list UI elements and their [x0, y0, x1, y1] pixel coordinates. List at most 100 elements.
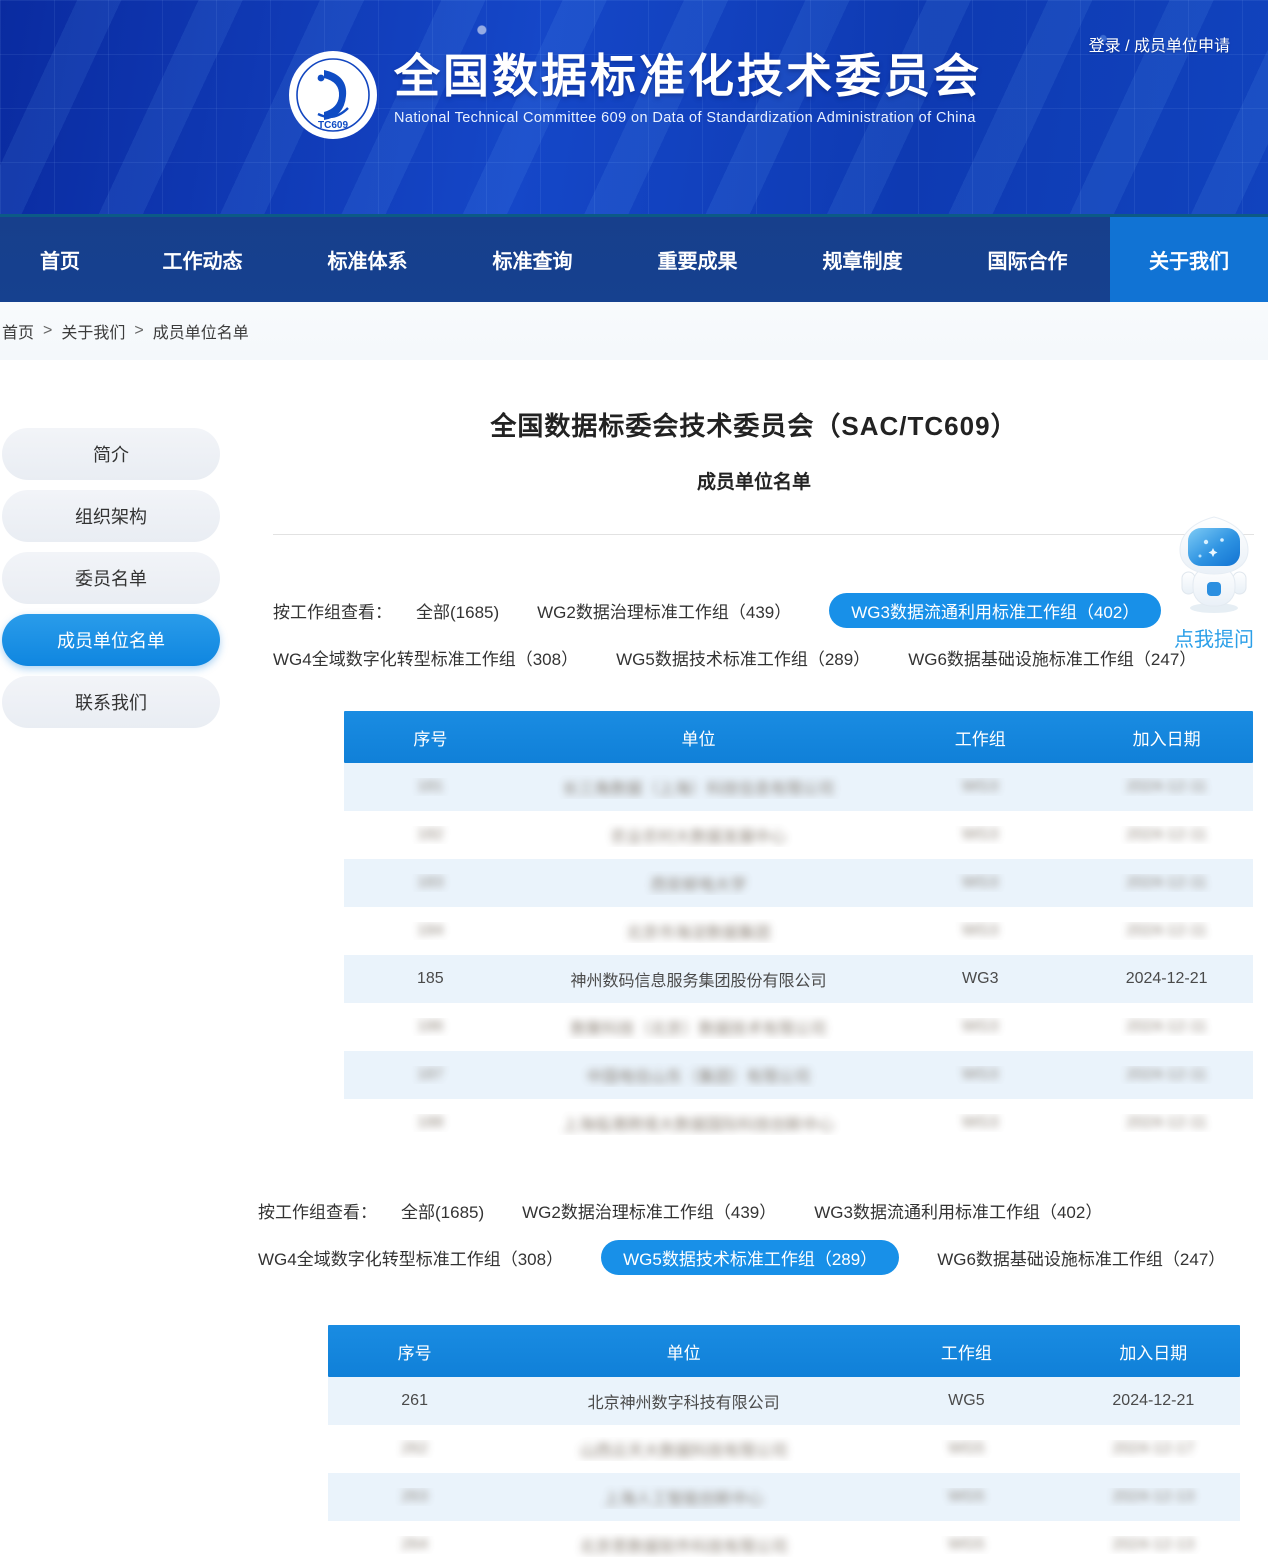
- column-header: 序号: [328, 1339, 501, 1364]
- sidebar-item-4[interactable]: 联系我们: [2, 676, 220, 728]
- assistant-label[interactable]: 点我提问: [1166, 623, 1262, 652]
- cell-workgroup: WG5: [866, 1536, 1067, 1554]
- table-row[interactable]: 187中国电信山东（集团）有限公司WG32024-12-11: [344, 1051, 1253, 1099]
- cell-seq: 183: [344, 874, 517, 892]
- cell-workgroup: WG3: [880, 1114, 1080, 1132]
- table-row[interactable]: 261北京神州数字科技有限公司WG52024-12-21: [328, 1377, 1240, 1425]
- table-row[interactable]: 188上海临港跨境大数据国际科技创新中心WG32024-12-11: [344, 1099, 1253, 1147]
- breadcrumb-item[interactable]: 成员单位名单: [153, 319, 249, 343]
- breadcrumb-item[interactable]: 关于我们: [61, 319, 125, 343]
- nav-item-2[interactable]: 标准体系: [285, 217, 450, 302]
- cell-seq: 264: [328, 1536, 501, 1554]
- nav-item-3[interactable]: 标准查询: [450, 217, 615, 302]
- cell-seq: 262: [328, 1440, 501, 1458]
- login-and-apply-links[interactable]: 登录 / 成员单位申请: [1089, 32, 1230, 56]
- table-row[interactable]: 262山西云天大数据科技有限公司WG52024-12-17: [328, 1425, 1240, 1473]
- cell-unit: 中国电信山东（集团）有限公司: [517, 1063, 881, 1087]
- sidebar-item-1[interactable]: 组织架构: [2, 490, 220, 542]
- sidebar: 简介组织架构委员名单成员单位名单联系我们: [2, 428, 220, 738]
- sidebar-item-2[interactable]: 委员名单: [2, 552, 220, 604]
- table-row[interactable]: 264北京思数据软件科技有限公司WG52024-12-13: [328, 1521, 1240, 1564]
- cell-unit: 农业农村大数据发展中心: [517, 823, 881, 847]
- table-row[interactable]: 185神州数码信息服务集团股份有限公司WG32024-12-21: [344, 955, 1253, 1003]
- cell-workgroup: WG3: [880, 922, 1080, 940]
- table-row[interactable]: 184北京市海淀数据集团WG32024-12-11: [344, 907, 1253, 955]
- filter-group-label: 按工作组查看：: [258, 1198, 377, 1223]
- logo-abbr: TC609: [318, 120, 348, 131]
- table-row[interactable]: 263上海人工智能创新中心WG52024-12-13: [328, 1473, 1240, 1521]
- filter-option[interactable]: WG4全域数字化转型标准工作组（308）: [258, 1240, 563, 1275]
- filter-option[interactable]: WG6数据基础设施标准工作组（247）: [937, 1240, 1225, 1275]
- breadcrumb-separator: >: [43, 322, 52, 340]
- filter-group-label: 按工作组查看：: [273, 598, 392, 623]
- table-row[interactable]: 182农业农村大数据发展中心WG32024-12-11: [344, 811, 1253, 859]
- member-table-wg3: 序号单位工作组加入日期181长三角数据（上海）科技信息有限公司WG32024-1…: [344, 711, 1253, 1147]
- page-title: 全国数据标委会技术委员会（SAC/TC609）: [240, 406, 1268, 443]
- page: 登录 / 成员单位申请 TC609 全国数据标准化技术委员会 National …: [0, 0, 1268, 1564]
- filter-option[interactable]: 全部(1685): [416, 593, 499, 628]
- table-header-row: 序号单位工作组加入日期: [328, 1325, 1240, 1377]
- column-header: 序号: [344, 725, 517, 750]
- cell-seq: 263: [328, 1488, 501, 1506]
- assistant-widget[interactable]: 点我提问: [1166, 516, 1262, 652]
- member-table-wg5: 序号单位工作组加入日期261北京神州数字科技有限公司WG52024-12-212…: [328, 1325, 1240, 1564]
- sidebar-item-3[interactable]: 成员单位名单: [2, 614, 220, 666]
- cell-join-date: 2024-12-11: [1080, 826, 1253, 844]
- site-subtitle-en: National Technical Committee 609 on Data…: [394, 110, 982, 126]
- filter-option[interactable]: WG5数据技术标准工作组（289）: [601, 1240, 899, 1275]
- nav-item-1[interactable]: 工作动态: [120, 217, 285, 302]
- tc609-logo-icon: TC609: [288, 50, 378, 140]
- column-header: 加入日期: [1080, 725, 1253, 750]
- cell-workgroup: WG5: [866, 1488, 1067, 1506]
- cell-unit: 长三角数据（上海）科技信息有限公司: [517, 775, 881, 799]
- nav-item-6[interactable]: 国际合作: [945, 217, 1110, 302]
- filter-option[interactable]: WG3数据流通利用标准工作组（402）: [814, 1193, 1102, 1228]
- cell-unit: 上海临港跨境大数据国际科技创新中心: [517, 1111, 881, 1135]
- nav-item-5[interactable]: 规章制度: [780, 217, 945, 302]
- cell-join-date: 2024-12-13: [1067, 1488, 1240, 1506]
- breadcrumb-item[interactable]: 首页: [2, 319, 34, 343]
- filter-option[interactable]: WG2数据治理标准工作组（439）: [522, 1193, 776, 1228]
- cell-seq: 184: [344, 922, 517, 940]
- table-row[interactable]: 181长三角数据（上海）科技信息有限公司WG32024-12-11: [344, 763, 1253, 811]
- column-header: 加入日期: [1067, 1339, 1240, 1364]
- cell-workgroup: WG3: [880, 874, 1080, 892]
- cell-unit: 北京市海淀数据集团: [517, 919, 881, 943]
- cell-seq: 187: [344, 1066, 517, 1084]
- cell-join-date: 2024-12-11: [1080, 778, 1253, 796]
- cell-join-date: 2024-12-17: [1067, 1440, 1240, 1458]
- cell-join-date: 2024-12-13: [1067, 1536, 1240, 1554]
- filter-option[interactable]: WG5数据技术标准工作组（289）: [616, 640, 870, 675]
- cell-unit: 神州数码信息服务集团股份有限公司: [517, 967, 881, 991]
- cell-workgroup: WG5: [866, 1440, 1067, 1458]
- cell-join-date: 2024-12-21: [1067, 1392, 1240, 1410]
- column-header: 工作组: [880, 725, 1080, 750]
- cell-join-date: 2024-12-11: [1080, 1066, 1253, 1084]
- column-header: 单位: [517, 725, 881, 750]
- main-nav: 首页工作动态标准体系标准查询重要成果规章制度国际合作关于我们: [0, 217, 1268, 302]
- cell-workgroup: WG3: [880, 826, 1080, 844]
- filter-option[interactable]: 全部(1685): [401, 1193, 484, 1228]
- cell-unit: 上海人工智能创新中心: [501, 1485, 866, 1509]
- page-subtitle: 成员单位名单: [240, 467, 1268, 494]
- nav-item-4[interactable]: 重要成果: [615, 217, 780, 302]
- filter-option[interactable]: WG3数据流通利用标准工作组（402）: [829, 593, 1161, 628]
- site-title: 全国数据标准化技术委员会: [394, 50, 982, 103]
- filter-option[interactable]: WG6数据基础设施标准工作组（247）: [908, 640, 1196, 675]
- cell-workgroup: WG5: [866, 1392, 1067, 1410]
- nav-item-0[interactable]: 首页: [0, 217, 120, 302]
- table-row[interactable]: 186数聚科技（北京）数据技术有限公司WG32024-12-11: [344, 1003, 1253, 1051]
- cell-workgroup: WG3: [880, 778, 1080, 796]
- cell-unit: 北京神州数字科技有限公司: [501, 1389, 866, 1413]
- filter-option[interactable]: WG4全域数字化转型标准工作组（308）: [273, 640, 578, 675]
- column-header: 单位: [501, 1339, 866, 1364]
- filter-option[interactable]: WG2数据治理标准工作组（439）: [537, 593, 791, 628]
- table-row[interactable]: 183西安邮电大学WG32024-12-11: [344, 859, 1253, 907]
- cell-unit: 北京思数据软件科技有限公司: [501, 1533, 866, 1557]
- robot-assistant-icon[interactable]: [1172, 516, 1256, 614]
- table-header-row: 序号单位工作组加入日期: [344, 711, 1253, 763]
- content: 简介组织架构委员名单成员单位名单联系我们 全国数据标委会技术委员会（SAC/TC…: [0, 406, 1268, 1564]
- nav-item-7[interactable]: 关于我们: [1110, 217, 1268, 302]
- sidebar-item-0[interactable]: 简介: [2, 428, 220, 480]
- cell-join-date: 2024-12-11: [1080, 1114, 1253, 1132]
